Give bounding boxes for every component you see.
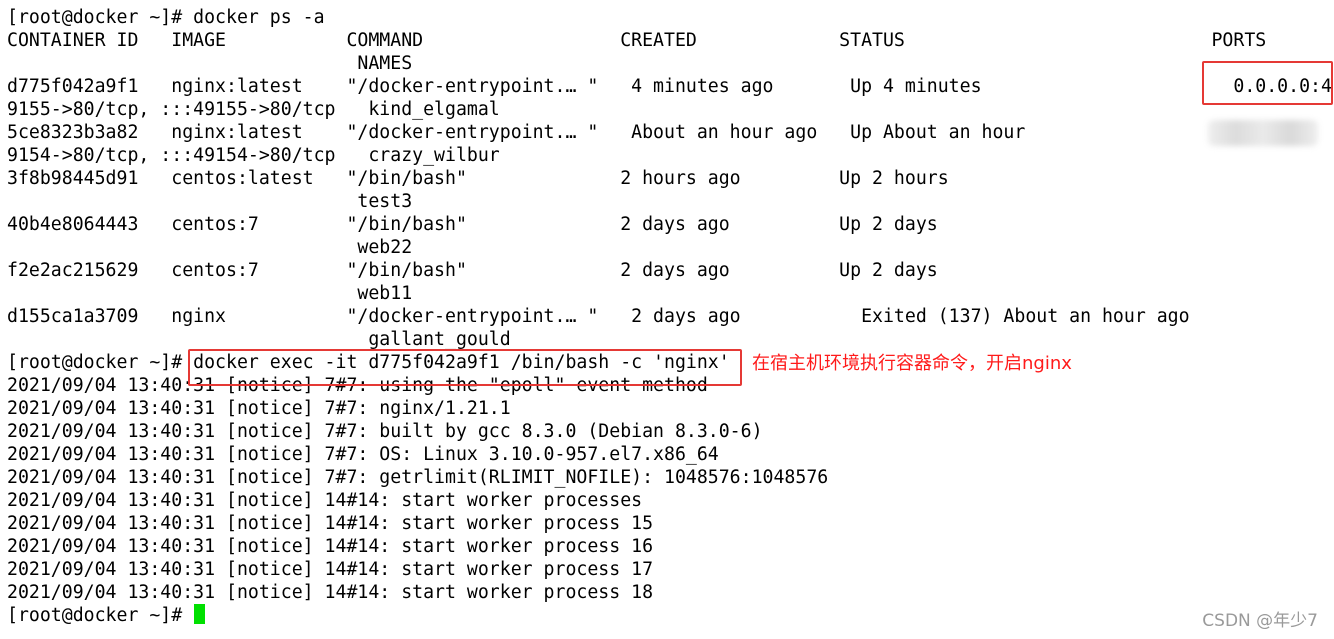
terminal-line: 2021/09/04 13:40:31 [notice] 7#7: getrli…: [7, 467, 829, 488]
terminal-line: 9154->80/tcp, :::49154->80/tcp crazy_wil…: [7, 145, 500, 166]
terminal-line: 2021/09/04 13:40:31 [notice] 7#7: nginx/…: [7, 398, 511, 419]
terminal-line: 2021/09/04 13:40:31 [notice] 14#14: star…: [7, 582, 654, 603]
terminal-line: 2021/09/04 13:40:31 [notice] 7#7: OS: Li…: [7, 444, 719, 465]
terminal-line: d155ca1a3709 nginx "/docker-entrypoint.……: [7, 306, 1190, 327]
terminal-line: 5ce8323b3a82 nginx:latest "/docker-entry…: [7, 122, 1026, 143]
watermark: CSDN @年少7: [1202, 611, 1318, 631]
terminal-line: 2021/09/04 13:40:31 [notice] 14#14: star…: [7, 536, 654, 557]
terminal-line: d775f042a9f1 nginx:latest "/docker-entry…: [7, 76, 1332, 97]
terminal-window[interactable]: [root@docker ~]# docker ps -a CONTAINER …: [0, 0, 1334, 639]
terminal-line: 2021/09/04 13:40:31 [notice] 14#14: star…: [7, 559, 654, 580]
terminal-line: 40b4e8064443 centos:7 "/bin/bash" 2 days…: [7, 214, 938, 235]
terminal-line: 2021/09/04 13:40:31 [notice] 14#14: star…: [7, 490, 643, 511]
command-highlight-box: [188, 349, 742, 386]
command-annotation: 在宿主机环境执行容器命令，开启nginx: [752, 353, 1072, 374]
ports-highlight-box: [1202, 61, 1333, 105]
terminal-line: NAMES: [7, 53, 413, 74]
terminal-line: 9155->80/tcp, :::49155->80/tcp kind_elga…: [7, 99, 500, 120]
terminal-cursor[interactable]: [194, 604, 205, 624]
terminal-line: 3f8b98445d91 centos:latest "/bin/bash" 2…: [7, 168, 949, 189]
redacted-region: [1208, 120, 1318, 146]
terminal-line: CONTAINER ID IMAGE COMMAND CREATED STATU…: [7, 30, 1267, 51]
terminal-prompt-line: [root@docker ~]#: [7, 605, 194, 626]
terminal-line: 2021/09/04 13:40:31 [notice] 7#7: built …: [7, 421, 763, 442]
terminal-line: [root@docker ~]# docker ps -a: [7, 7, 325, 28]
terminal-line: test3: [7, 191, 413, 212]
terminal-line: web11: [7, 283, 413, 304]
terminal-line: web22: [7, 237, 413, 258]
terminal-line: gallant_gould: [7, 329, 511, 350]
terminal-line: f2e2ac215629 centos:7 "/bin/bash" 2 days…: [7, 260, 938, 281]
terminal-line: 2021/09/04 13:40:31 [notice] 14#14: star…: [7, 513, 654, 534]
